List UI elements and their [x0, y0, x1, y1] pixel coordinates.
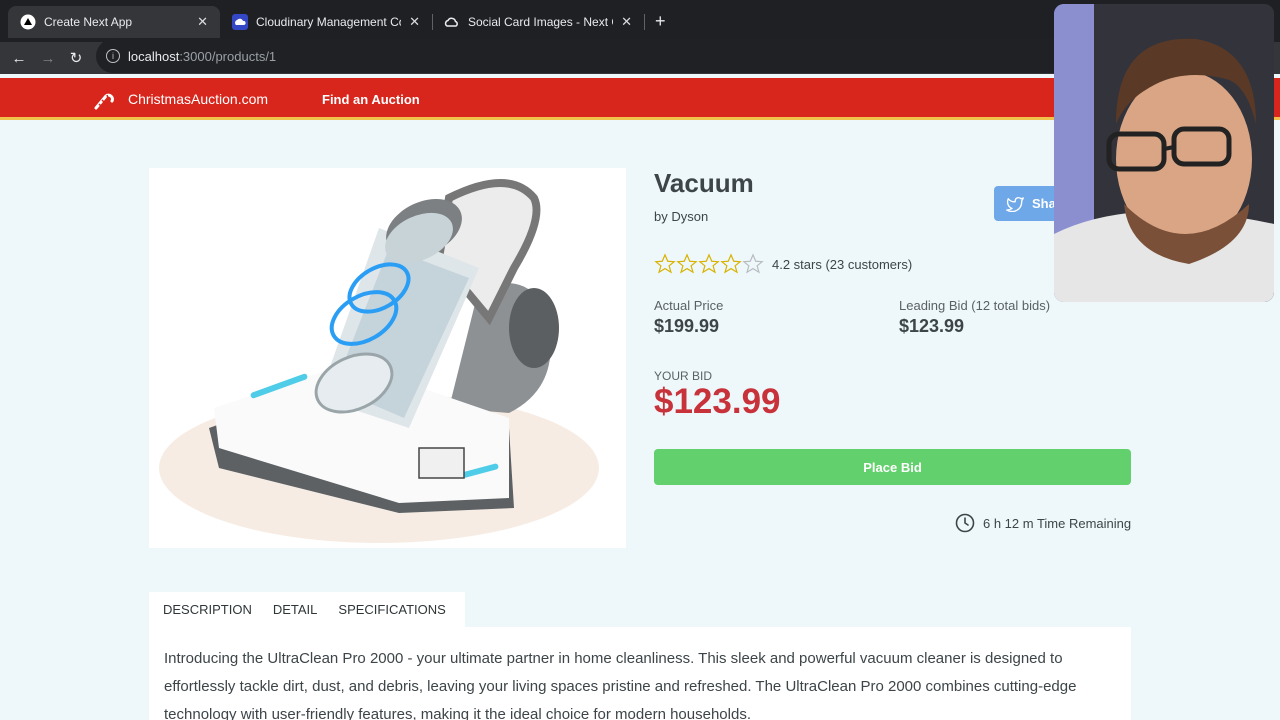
- product-image: [149, 168, 626, 548]
- share-label: Sha: [1032, 196, 1056, 211]
- browser-tab-title: Social Card Images - Next Clo: [468, 15, 613, 29]
- your-bid-amount: $123.99: [654, 382, 781, 421]
- back-arrow-icon[interactable]: ←: [8, 47, 30, 69]
- product-brand: by Dyson: [654, 209, 709, 224]
- browser-tab-social-card[interactable]: Social Card Images - Next Clo ✕: [432, 6, 644, 38]
- new-tab-plus-icon[interactable]: +: [655, 10, 666, 32]
- star-icon: [742, 253, 764, 274]
- close-icon[interactable]: ✕: [197, 14, 208, 30]
- star-icon: [654, 253, 676, 274]
- browser-tab-title: Cloudinary Management Cons: [256, 15, 401, 29]
- rating-text: 4.2 stars (23 customers): [772, 256, 913, 272]
- star-icon: [698, 253, 720, 274]
- forward-arrow-icon[interactable]: →: [37, 47, 59, 69]
- nav-find-auction[interactable]: Find an Auction: [322, 92, 420, 107]
- product-description: Introducing the UltraClean Pro 2000 - yo…: [149, 627, 1131, 720]
- logo-text: ChristmasAuction.com: [128, 91, 269, 107]
- tab-detail[interactable]: DETAIL: [265, 602, 326, 617]
- site-info-icon[interactable]: i: [106, 49, 120, 63]
- url-path: :3000/products/1: [179, 48, 277, 64]
- tab-specifications[interactable]: SPECIFICATIONS: [330, 602, 453, 617]
- cloudinary-icon: [232, 14, 248, 30]
- browser-tab-create-next-app[interactable]: Create Next App ✕: [8, 6, 220, 38]
- product-title: Vacuum: [654, 168, 754, 198]
- product-tabs: DESCRIPTION DETAIL SPECIFICATIONS: [149, 592, 465, 627]
- time-remaining-text: 6 h 12 m Time Remaining: [983, 515, 1132, 531]
- star-icon: [676, 253, 698, 274]
- actual-price: $199.99: [654, 316, 720, 336]
- close-icon[interactable]: ✕: [409, 14, 420, 30]
- star-rating: 4.2 stars (23 customers): [654, 253, 912, 275]
- vercel-triangle-icon: [20, 14, 36, 30]
- your-bid-label: YOUR BID: [654, 369, 713, 383]
- browser-tab-cloudinary[interactable]: Cloudinary Management Cons ✕: [220, 6, 432, 38]
- close-icon[interactable]: ✕: [621, 14, 632, 30]
- address-bar[interactable]: i localhost:3000/products/1: [96, 39, 1076, 73]
- browser-tab-title: Create Next App: [44, 15, 133, 29]
- actual-price-label: Actual Price: [654, 298, 724, 313]
- clock-icon: [955, 513, 975, 533]
- time-remaining: 6 h 12 m Time Remaining: [955, 513, 1131, 533]
- tab-description[interactable]: DESCRIPTION: [155, 602, 260, 617]
- leading-bid: $123.99: [899, 316, 965, 336]
- site-logo[interactable]: ChristmasAuction.com: [92, 88, 268, 110]
- twitter-bird-icon: [1006, 196, 1024, 212]
- star-icon: [720, 253, 742, 274]
- cloud-icon: [444, 14, 460, 30]
- tab-separator: [644, 14, 645, 30]
- reload-icon[interactable]: ↻: [65, 47, 87, 69]
- place-bid-button[interactable]: Place Bid: [654, 449, 1131, 485]
- leading-bid-label: Leading Bid (12 total bids): [899, 298, 1051, 313]
- url-host: localhost: [128, 48, 180, 64]
- webcam-overlay: [1054, 4, 1274, 302]
- candy-cane-icon: [94, 93, 114, 110]
